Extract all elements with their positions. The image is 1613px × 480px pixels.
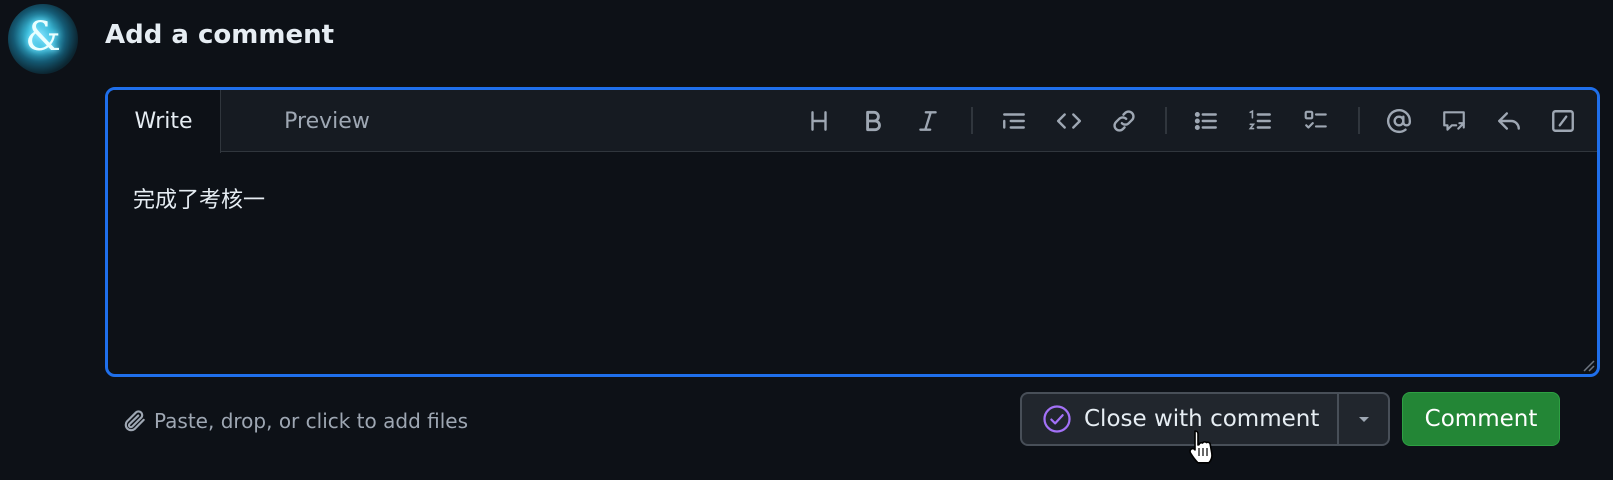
close-with-comment-button[interactable]: Close with comment <box>1022 394 1338 444</box>
mention-icon[interactable] <box>1381 103 1417 139</box>
attach-files-link[interactable]: Paste, drop, or click to add files <box>122 406 468 436</box>
link-icon[interactable] <box>1106 103 1142 139</box>
attach-files-text: Paste, drop, or click to add files <box>154 409 469 433</box>
italic-icon[interactable] <box>910 103 946 139</box>
slash-command-icon[interactable] <box>1545 103 1581 139</box>
hand-pointer-cursor-icon <box>1189 430 1213 464</box>
check-circle-icon <box>1043 405 1071 433</box>
resize-handle-icon[interactable] <box>1579 356 1595 372</box>
editor-tabbar: Write Preview <box>108 90 1597 153</box>
toolbar-separator <box>971 107 973 134</box>
toolbar-separator <box>1358 107 1360 134</box>
toolbar-separator <box>1165 107 1167 134</box>
caret-down-icon <box>1358 417 1369 422</box>
code-icon[interactable] <box>1051 103 1087 139</box>
comment-textarea[interactable]: 完成了考核一 <box>108 152 1597 374</box>
comment-button[interactable]: Comment <box>1402 392 1560 446</box>
tab-preview[interactable]: Preview <box>222 90 432 152</box>
avatar[interactable]: & <box>8 4 78 74</box>
saved-reply-icon[interactable] <box>1491 103 1527 139</box>
avatar-glyph: & <box>25 14 61 60</box>
bold-icon[interactable] <box>855 103 891 139</box>
comment-heading: Add a comment <box>105 20 335 50</box>
heading-icon[interactable] <box>801 103 837 139</box>
unordered-list-icon[interactable] <box>1188 103 1224 139</box>
comment-editor: Write Preview 完成了考核一 <box>105 87 1600 377</box>
task-list-icon[interactable] <box>1298 103 1334 139</box>
paperclip-icon <box>124 410 145 432</box>
reference-icon[interactable] <box>1436 103 1472 139</box>
close-options-dropdown[interactable] <box>1339 394 1388 444</box>
ordered-list-icon[interactable] <box>1242 103 1278 139</box>
tab-write[interactable]: Write <box>108 90 221 153</box>
quote-icon[interactable] <box>996 103 1032 139</box>
